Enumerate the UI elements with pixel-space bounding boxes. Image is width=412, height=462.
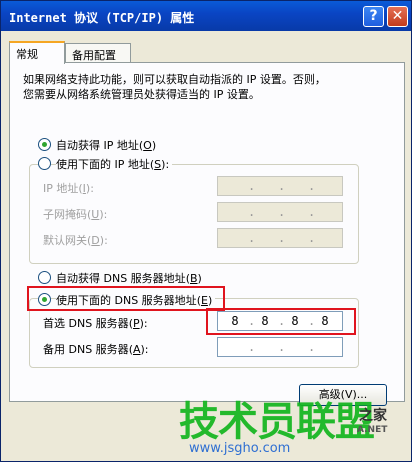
watermark-url: www.jsgho.com (189, 441, 291, 456)
tab-general[interactable]: 常规 (9, 41, 65, 64)
close-button[interactable]: ✕ (387, 6, 408, 27)
ip-address-label: IP 地址(I): (43, 182, 94, 195)
help-button[interactable]: ? (363, 6, 384, 27)
manual-ip-label: 使用下面的 IP 地址(S): (56, 156, 173, 172)
tab-alternate-config[interactable]: 备用配置 (65, 43, 131, 63)
manual-dns-highlight (27, 286, 225, 311)
auto-dns-label: 自动获得 DNS 服务器地址(B) (56, 272, 202, 285)
auto-dns-radio[interactable] (38, 271, 51, 284)
description-text: 如果网络支持此功能，则可以获取自动指派的 IP 设置。否则， 您需要从网络系统管… (23, 73, 326, 101)
auto-ip-radio[interactable] (38, 138, 51, 151)
ip-address-input[interactable]: ... (217, 176, 343, 196)
subnet-mask-label: 子网掩码(U): (43, 208, 108, 221)
preferred-dns-highlight (206, 308, 356, 335)
window-title: Internet 协议 (TCP/IP) 属性 (9, 11, 195, 25)
default-gateway-input[interactable]: ... (217, 228, 343, 248)
subnet-mask-input[interactable]: ... (217, 202, 343, 222)
alternate-dns-label: 备用 DNS 服务器(A): (43, 343, 149, 356)
watermark-url-side: A.NET (357, 425, 388, 435)
watermark-logo-text: 技术员联盟 (179, 399, 375, 445)
default-gateway-label: 默认网关(D): (43, 234, 108, 247)
watermark-side-text: 之家 (359, 408, 387, 424)
alternate-dns-input[interactable]: ... (217, 337, 343, 357)
manual-ip-radio[interactable] (38, 157, 51, 170)
title-bar: Internet 协议 (TCP/IP) 属性 ? ✕ (1, 1, 411, 31)
dialog-window: Internet 协议 (TCP/IP) 属性 ? ✕ 常规 备用配置 如果网络… (0, 0, 412, 462)
preferred-dns-label: 首选 DNS 服务器(P): (43, 317, 148, 330)
auto-ip-label: 自动获得 IP 地址(O) (56, 139, 157, 152)
